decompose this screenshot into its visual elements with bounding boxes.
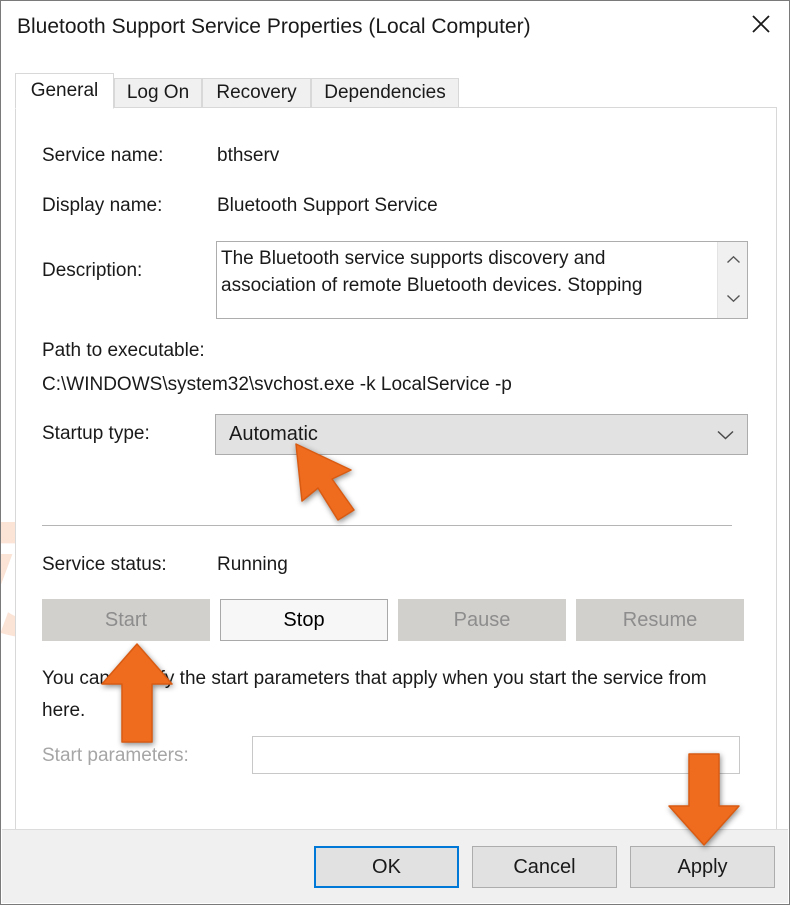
start-service-label: Start [104, 608, 148, 631]
description-label: Description: [42, 260, 143, 281]
properties-dialog: Bluetooth Support Service Properties (Lo… [0, 0, 790, 905]
display-name-value: Bluetooth Support Service [217, 195, 438, 216]
chevron-up-icon [726, 252, 741, 270]
tab-recovery[interactable]: Recovery [202, 78, 311, 107]
scroll-down-button[interactable] [718, 280, 748, 318]
stop-service-label: Stop [283, 608, 325, 631]
window-title: Bluetooth Support Service Properties (Lo… [17, 15, 531, 38]
close-button[interactable] [733, 1, 789, 47]
start-parameters-hint: You can specify the start parameters tha… [42, 668, 707, 721]
chevron-down-icon [716, 428, 735, 446]
service-name-label: Service name: [42, 145, 164, 166]
stop-service-button[interactable]: Stop [220, 599, 388, 641]
tab-general-label: General [30, 80, 99, 101]
display-name-label: Display name: [42, 195, 163, 216]
start-parameters-input[interactable] [252, 736, 740, 774]
start-service-button[interactable]: Start [42, 599, 210, 641]
tab-recovery-label: Recovery [216, 82, 297, 103]
dialog-footer: OK Cancel Apply [2, 829, 788, 903]
scroll-up-button[interactable] [718, 242, 748, 280]
description-textbox[interactable]: The Bluetooth service supports discovery… [216, 241, 748, 319]
service-status-label: Service status: [42, 554, 167, 575]
startup-type-dropdown[interactable]: Automatic [215, 414, 748, 455]
apply-button[interactable]: Apply [630, 846, 775, 888]
pause-service-label: Pause [453, 608, 511, 631]
resume-service-label: Resume [622, 608, 698, 631]
section-divider [42, 525, 732, 526]
tab-log-on[interactable]: Log On [114, 78, 202, 107]
path-to-executable-value: C:\WINDOWS\system32\svchost.exe -k Local… [42, 374, 512, 395]
service-status-value: Running [217, 554, 288, 575]
resume-service-button[interactable]: Resume [576, 599, 744, 641]
tab-log-on-label: Log On [126, 82, 190, 103]
startup-type-value: Automatic [229, 423, 318, 445]
cancel-button-label: Cancel [513, 855, 576, 878]
close-icon [750, 13, 772, 35]
description-scrollbar[interactable] [717, 242, 747, 318]
start-parameters-label: Start parameters: [42, 745, 189, 766]
general-tab-panel: Service name: bthserv Display name: Blue… [15, 107, 777, 830]
cancel-button[interactable]: Cancel [472, 846, 617, 888]
tab-dependencies[interactable]: Dependencies [311, 78, 459, 107]
title-bar: Bluetooth Support Service Properties (Lo… [1, 1, 789, 59]
description-value: The Bluetooth service supports discovery… [221, 248, 643, 296]
ok-button[interactable]: OK [314, 846, 459, 888]
tab-general[interactable]: General [15, 73, 114, 109]
chevron-down-icon [726, 290, 741, 308]
tab-strip: General Log On Recovery Dependencies [15, 73, 777, 109]
apply-button-label: Apply [677, 855, 728, 878]
tab-dependencies-label: Dependencies [324, 82, 446, 103]
startup-type-label: Startup type: [42, 423, 150, 444]
pause-service-button[interactable]: Pause [398, 599, 566, 641]
ok-button-label: OK [372, 855, 401, 878]
service-name-value: bthserv [217, 145, 280, 166]
path-to-executable-label: Path to executable: [42, 340, 205, 361]
